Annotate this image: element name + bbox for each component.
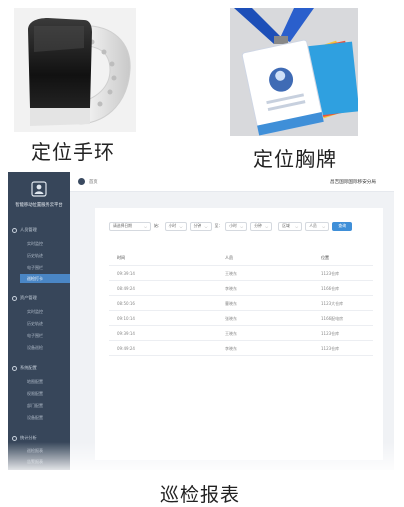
sidebar: 智能移动位置服务云平台 人员管理 实时监控 历史轨迹 电子围栏 巡检打卡 资产管…	[8, 172, 70, 470]
nav-group-stats[interactable]: 统计分析	[12, 435, 37, 441]
nav-item-assets-inspection[interactable]: 设备巡检	[27, 345, 43, 351]
from-minute-select[interactable]: 分钟 ⌵	[189, 221, 212, 231]
people-icon	[12, 227, 17, 233]
table-row[interactable]: 08:49:24 李晓东 1166仓库	[109, 281, 373, 296]
home-icon[interactable]	[78, 178, 85, 185]
nav-item-assets-history[interactable]: 历史轨迹	[27, 321, 43, 327]
bottom-fade	[8, 442, 394, 470]
settings-icon	[12, 365, 17, 371]
report-panel: 请选择日期 ⌵ 始： 小时 ⌵ 分钟 ⌵ 至： 小时 ⌵ 分钟 ⌵ 区域 ⌵ 人员 ⌵ 查询 …	[95, 208, 383, 460]
filter-bar: 请选择日期 ⌵ 始： 小时 ⌵ 分钟 ⌵ 至： 小时 ⌵ 分钟 ⌵ 区域 ⌵ 人员 ⌵ 查询	[109, 221, 353, 231]
nav-item-config-device[interactable]: 设备配置	[27, 415, 43, 421]
chevron-down-icon: ⌵	[322, 223, 326, 229]
nav-group-config[interactable]: 系统配置	[12, 365, 37, 371]
table-row[interactable]: 09:39:14 王晓东 1123仓库	[109, 266, 373, 281]
app-screenshot: 智能移动位置服务云平台 人员管理 实时监控 历史轨迹 电子围栏 巡检打卡 资产管…	[8, 172, 394, 470]
to-label: 至：	[214, 223, 223, 228]
badge-photo	[230, 8, 358, 136]
to-minute-select[interactable]: 分钟 ⌵	[250, 221, 273, 231]
table-row[interactable]: 09:10:14 张晓东 1166配电房	[109, 311, 373, 326]
nav-item-assets-realtime[interactable]: 实时监控	[27, 309, 43, 315]
nav-item-assets-fence[interactable]: 电子围栏	[27, 333, 43, 339]
nav-item-people-realtime[interactable]: 实时监控	[27, 241, 43, 247]
chart-icon	[12, 435, 17, 441]
table-header: 时间 人员 位置	[109, 250, 373, 266]
from-label: 始：	[154, 223, 162, 228]
patrol-table: 时间 人员 位置 09:39:14 王晓东 1123仓库 08:49:24 李晓东 11…	[109, 250, 373, 356]
wristband-caption: 定位手环	[31, 140, 115, 164]
table-row[interactable]: 09:39:14 王晓东 1123仓库	[109, 326, 373, 341]
badge-caption: 定位胸牌	[253, 147, 337, 171]
logo-icon	[31, 181, 47, 197]
report-caption: 巡检报表	[160, 484, 241, 506]
chevron-down-icon: ⌵	[204, 223, 208, 229]
area-select[interactable]: 区域 ⌵	[278, 221, 303, 231]
from-hour-select[interactable]: 小时 ⌵	[164, 221, 187, 231]
top-bar: 首页 昌吉国际国际移安分局	[70, 172, 394, 192]
table-row[interactable]: 09:49:24 李晓东 1123仓库	[109, 341, 373, 356]
system-name: 智能移动位置服务云平台	[15, 203, 63, 208]
nav-item-config-permission[interactable]: 权限配置	[27, 391, 43, 397]
nav-item-people-fence[interactable]: 电子围栏	[27, 265, 43, 271]
nav-group-assets[interactable]: 资产管理	[12, 295, 37, 301]
table-row[interactable]: 08:50:16 曹晓东 1123大仓库	[109, 296, 373, 311]
person-select[interactable]: 人员 ⌵	[305, 221, 330, 231]
nav-item-config-dept[interactable]: 部门配置	[27, 403, 43, 409]
nav-item-people-history[interactable]: 历史轨迹	[27, 253, 43, 259]
nav-item-people-patrol[interactable]: 巡检打卡	[20, 274, 70, 283]
nav-item-config-map[interactable]: 地图配置	[27, 379, 43, 385]
wristband-photo	[14, 8, 136, 132]
chevron-down-icon: ⌵	[179, 223, 183, 229]
to-hour-select[interactable]: 小时 ⌵	[225, 221, 248, 231]
organization-name: 昌吉国际国际移安分局	[330, 180, 376, 185]
nav-group-people[interactable]: 人员管理	[12, 227, 37, 233]
date-select[interactable]: 请选择日期 ⌵	[109, 221, 151, 231]
chevron-down-icon: ⌵	[265, 223, 269, 229]
chevron-down-icon: ⌵	[240, 223, 244, 229]
breadcrumb[interactable]: 首页	[89, 179, 98, 185]
chevron-down-icon: ⌵	[143, 223, 147, 229]
asset-icon	[12, 295, 17, 301]
query-button[interactable]: 查询	[332, 221, 353, 231]
chevron-down-icon: ⌵	[295, 223, 299, 229]
